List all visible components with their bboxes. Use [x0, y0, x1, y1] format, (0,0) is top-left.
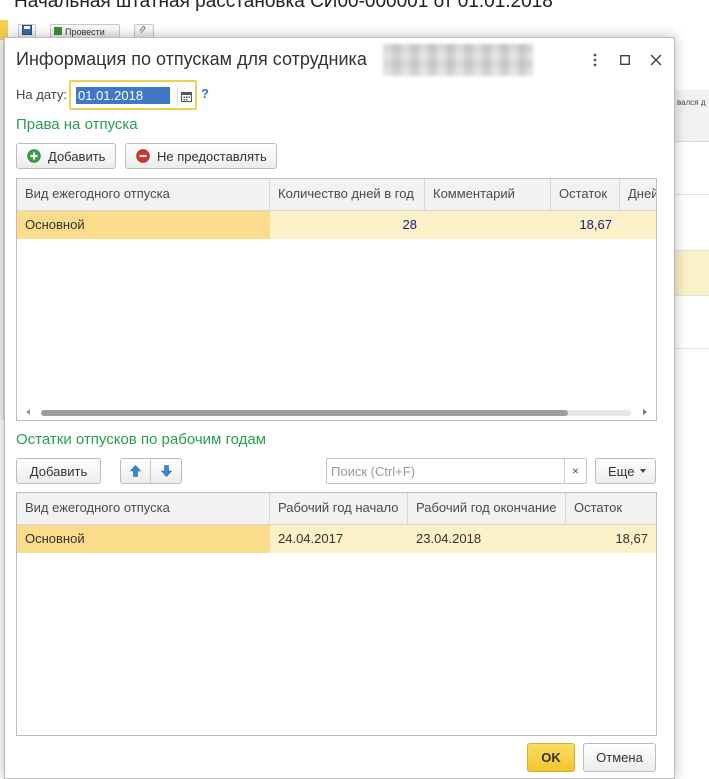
chevron-down-icon	[640, 469, 647, 473]
deny-button[interactable]: Не предоставлять	[125, 143, 277, 169]
cell-days[interactable]	[620, 211, 656, 239]
col-comment[interactable]: Комментарий	[425, 179, 551, 211]
balances-table: Вид ежегодного отпуска Рабочий год начал…	[16, 492, 657, 736]
col-vacation-type[interactable]: Вид ежегодного отпуска	[17, 179, 270, 211]
search-field[interactable]: ×	[326, 458, 587, 484]
background-table-header: вался д	[675, 90, 709, 142]
background-selected-row	[675, 250, 709, 296]
help-link[interactable]: ?	[201, 86, 209, 101]
background-window-title: Начальная штатная расстановка СИ00-00000…	[14, 0, 553, 12]
move-buttons	[120, 458, 182, 484]
date-label: На дату:	[16, 87, 67, 102]
add-balance-button[interactable]: Добавить	[16, 458, 101, 484]
more-label: Еще	[608, 463, 635, 479]
date-input[interactable]	[76, 87, 170, 104]
add-balance-label: Добавить	[29, 463, 88, 479]
clear-search-icon[interactable]: ×	[564, 459, 586, 483]
table-row[interactable]: Основной 24.04.2017 23.04.2018 18,67	[17, 525, 656, 553]
col-balance[interactable]: Остаток	[566, 493, 656, 525]
background-row-line	[675, 348, 709, 349]
add-right-label: Добавить	[48, 148, 106, 164]
background-row-line	[675, 194, 709, 195]
rights-table-header: Вид ежегодного отпуска Количество дней в…	[17, 179, 656, 211]
maximize-icon[interactable]	[614, 50, 636, 70]
arrow-down-icon[interactable]	[151, 459, 181, 483]
background-table-fragment: вался д	[675, 90, 709, 400]
post-button-label: Провести	[65, 27, 105, 37]
rights-section-title: Права на отпуска	[16, 116, 138, 133]
cell-comment[interactable]	[425, 211, 551, 239]
minus-circle-icon	[136, 149, 150, 163]
arrow-up-icon[interactable]	[121, 459, 151, 483]
ok-button[interactable]: OK	[527, 743, 575, 772]
scroll-left-icon[interactable]	[26, 409, 30, 415]
cell-vacation-type[interactable]: Основной	[17, 211, 270, 239]
col-days[interactable]: Дней	[620, 179, 656, 211]
add-circle-icon	[27, 149, 41, 163]
balances-section-title: Остатки отпусков по рабочим годам	[16, 431, 267, 448]
col-balance[interactable]: Остаток	[551, 179, 620, 211]
date-field[interactable]	[69, 80, 197, 110]
post-icon	[54, 27, 62, 35]
balances-table-header: Вид ежегодного отпуска Рабочий год начал…	[17, 493, 656, 525]
cell-balance[interactable]: 18,67	[551, 211, 620, 239]
rights-table: Вид ежегодного отпуска Количество дней в…	[16, 178, 657, 421]
dialog-title: Информация по отпускам для сотрудника	[16, 49, 367, 69]
cell-vacation-type[interactable]: Основной	[17, 525, 270, 553]
cancel-button[interactable]: Отмена	[583, 743, 656, 772]
calendar-icon[interactable]	[177, 86, 195, 106]
cell-year-start[interactable]: 24.04.2017	[270, 525, 408, 553]
add-right-button[interactable]: Добавить	[16, 143, 116, 169]
deny-label: Не предоставлять	[157, 148, 267, 164]
table-row[interactable]: Основной 28 18,67	[17, 211, 656, 239]
cell-year-end[interactable]: 23.04.2018	[408, 525, 566, 553]
background-column-fragment: вался д	[677, 98, 706, 107]
scroll-right-icon[interactable]	[643, 409, 647, 415]
col-days-per-year[interactable]: Количество дней в год	[270, 179, 425, 211]
cell-balance[interactable]: 18,67	[566, 525, 656, 553]
vacation-info-dialog: Информация по отпускам для сотрудника На…	[4, 37, 675, 779]
more-button[interactable]: Еще	[595, 458, 656, 484]
more-vert-icon[interactable]	[584, 50, 606, 70]
employee-name-redacted	[383, 44, 533, 76]
col-year-start[interactable]: Рабочий год начало	[270, 493, 408, 525]
close-icon[interactable]	[645, 50, 667, 70]
scrollbar-thumb[interactable]	[41, 410, 568, 416]
horizontal-scrollbar[interactable]	[17, 406, 656, 420]
col-vacation-type[interactable]: Вид ежегодного отпуска	[17, 493, 270, 525]
col-year-end[interactable]: Рабочий год окончание	[408, 493, 566, 525]
search-input[interactable]	[329, 461, 557, 481]
cell-days-per-year[interactable]: 28	[270, 211, 425, 239]
